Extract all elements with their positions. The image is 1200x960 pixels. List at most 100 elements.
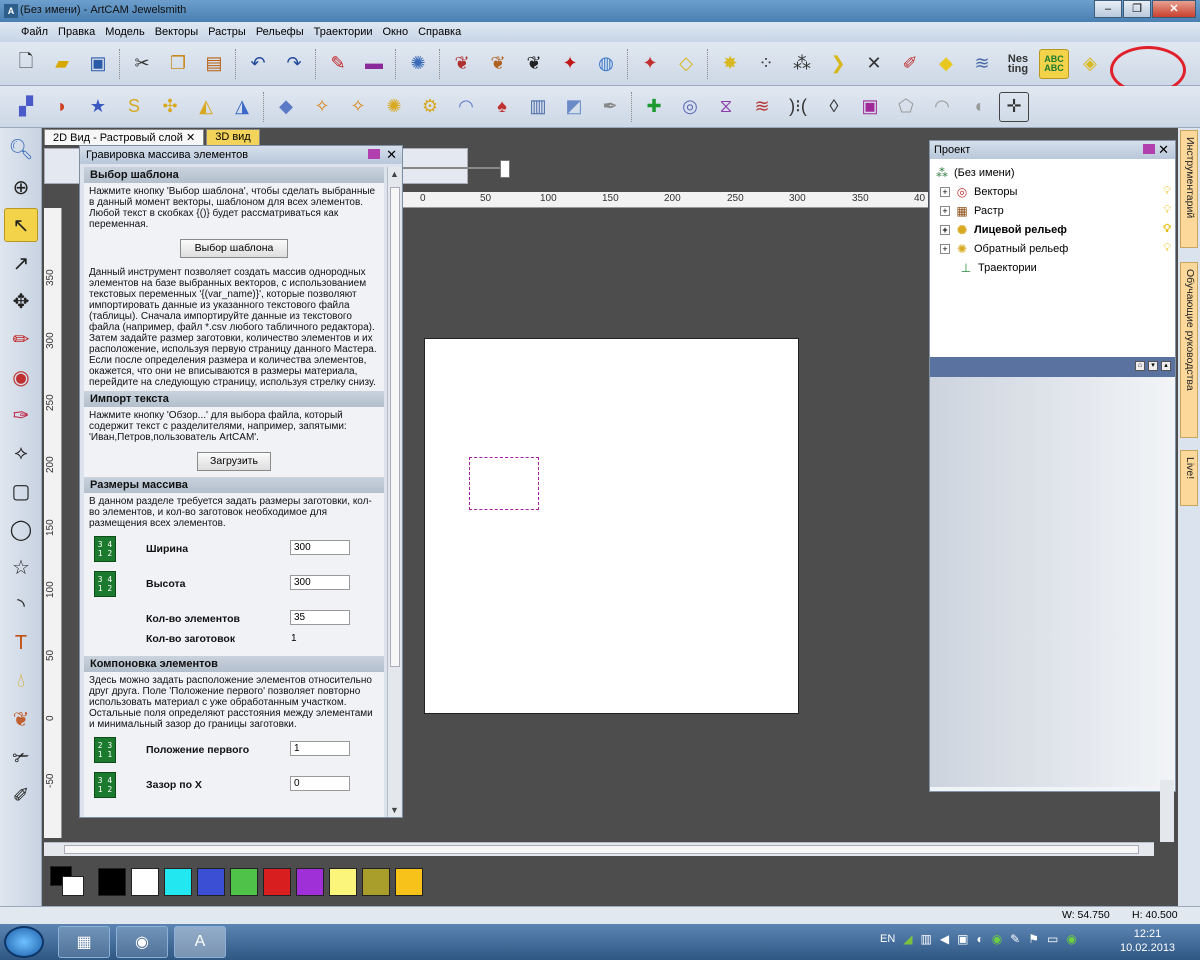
ring-wizard-icon[interactable]: ◎	[675, 92, 705, 122]
leaf-icon[interactable]: ◗	[47, 92, 77, 122]
expand-icon[interactable]: +	[940, 243, 950, 254]
bitmap-to-vector-icon[interactable]: ▞	[11, 92, 41, 122]
brush-icon[interactable]: ✐	[4, 778, 38, 812]
expand-panel-icon[interactable]: ▴	[1161, 361, 1171, 371]
color-swatch-purple[interactable]	[296, 868, 324, 896]
width-input[interactable]	[290, 540, 350, 555]
new-file-icon[interactable]: 🗋	[11, 49, 41, 79]
plane-icon[interactable]: ◭	[191, 92, 221, 122]
shape-editor-icon[interactable]: ♠	[487, 92, 517, 122]
chamfer-icon[interactable]: ◖	[963, 92, 993, 122]
vector-tool-icon[interactable]: ✦	[635, 49, 665, 79]
cut-icon[interactable]: ✂	[127, 49, 157, 79]
close-window-button[interactable]: ✕	[1152, 0, 1196, 18]
zoom-icon[interactable]: 🔍︎	[4, 132, 38, 166]
shank-icon[interactable]: ⧖	[711, 92, 741, 122]
frame-icon[interactable]: ▣	[855, 92, 885, 122]
menu-window[interactable]: Окно	[378, 26, 414, 38]
expand-icon[interactable]: +	[940, 186, 950, 197]
notes-icon[interactable]: ✎	[323, 49, 353, 79]
diamond-icon[interactable]: ◆	[271, 92, 301, 122]
device-icon[interactable]: ▣	[957, 932, 968, 946]
home-icon[interactable]: ⌂	[1135, 361, 1145, 371]
color-relief-icon[interactable]: ✦	[555, 49, 585, 79]
expand-icon[interactable]: +	[940, 205, 950, 216]
pen-icon[interactable]: ✐	[895, 49, 925, 79]
tree-item-vectors[interactable]: + ◎ Векторы 💡︎	[934, 182, 1171, 201]
maximize-button[interactable]: ❐	[1123, 0, 1151, 18]
color-swatch-white[interactable]	[131, 868, 159, 896]
bw-relief-icon[interactable]: ❦	[519, 49, 549, 79]
two-rail-icon[interactable]: ◠	[451, 92, 481, 122]
scroll-down-icon[interactable]: ▼	[390, 805, 399, 815]
menu-toolpaths[interactable]: Траектории	[309, 26, 378, 38]
pin-icon[interactable]	[368, 149, 380, 159]
zoom-slider-knob[interactable]	[500, 160, 510, 178]
clock[interactable]: 12:21 10.02.2013	[1120, 927, 1175, 955]
count-input[interactable]	[290, 610, 350, 625]
minimize-button[interactable]: –	[1094, 0, 1122, 18]
weave-icon[interactable]: ⚙	[415, 92, 445, 122]
select-template-button[interactable]: Выбор шаблона	[180, 239, 288, 258]
selected-vector-box[interactable]	[469, 457, 539, 510]
volume-icon[interactable]: ◀︎	[940, 932, 949, 946]
tab-tools[interactable]: Инструментарий	[1180, 130, 1198, 248]
arc-icon[interactable]: ❯	[823, 49, 853, 79]
main-vertical-scrollbar[interactable]	[1160, 780, 1174, 842]
color-swatch-green[interactable]	[230, 868, 258, 896]
star-icon[interactable]: ✸	[715, 49, 745, 79]
trim-icon[interactable]: ✕	[859, 49, 889, 79]
tree-item-front-relief[interactable]: + ✺ Лицевой рельеф 💡︎	[934, 220, 1171, 239]
network-icon[interactable]: ▥	[921, 932, 932, 946]
shell-icon[interactable]: ❦	[4, 702, 38, 736]
flag-icon[interactable]: ⚑	[1028, 932, 1039, 946]
firefox-taskbar-icon[interactable]: ◉	[116, 926, 168, 958]
calculator-taskbar-icon[interactable]: ▦	[58, 926, 110, 958]
text-icon[interactable]: T	[4, 626, 38, 660]
tab-live[interactable]: Live!	[1180, 450, 1198, 506]
open-folder-icon[interactable]: ▰	[47, 49, 77, 79]
menu-edit[interactable]: Правка	[53, 26, 100, 38]
project-close-icon[interactable]: ✕	[1158, 142, 1169, 158]
load-button[interactable]: Загрузить	[197, 452, 271, 471]
tab-tutorials[interactable]: Обучающие руководства	[1180, 262, 1198, 438]
color-swatch-cyan[interactable]	[164, 868, 192, 896]
book-icon[interactable]: ▬	[359, 49, 389, 79]
ring-icon[interactable]: ◇	[671, 49, 701, 79]
scroll-up-icon[interactable]: ▲	[390, 169, 399, 179]
start-button[interactable]	[4, 926, 44, 958]
main-horizontal-scrollbar[interactable]	[44, 842, 1154, 856]
globe-icon[interactable]: ⊕	[4, 170, 38, 204]
texture-icon[interactable]: ≋	[747, 92, 777, 122]
menu-reliefs[interactable]: Рельефы	[251, 26, 309, 38]
extrude-icon[interactable]: ◮	[227, 92, 257, 122]
turn-icon[interactable]: ✺	[379, 92, 409, 122]
sculpt-icon[interactable]: ✒	[595, 92, 625, 122]
dots-array-icon[interactable]: ⁘	[751, 49, 781, 79]
rectangle-icon[interactable]: ▢	[4, 474, 38, 508]
nvidia-icon[interactable]: ◢	[903, 932, 912, 946]
sphere-icon[interactable]: ◍	[591, 49, 621, 79]
knife-icon[interactable]: ✃	[4, 740, 38, 774]
menu-help[interactable]: Справка	[413, 26, 466, 38]
first-position-input[interactable]	[290, 741, 350, 756]
antivirus-icon[interactable]: ◉	[992, 932, 1002, 946]
s-curve-icon[interactable]: S	[119, 92, 149, 122]
visibility-bulb-icon[interactable]: 💡︎	[1163, 223, 1171, 236]
transform-icon[interactable]: ✥	[4, 284, 38, 318]
polyline-icon[interactable]: ⟡	[4, 436, 38, 470]
monitor-icon[interactable]: ▭	[1047, 932, 1058, 946]
twist-icon[interactable]: ✧	[343, 92, 373, 122]
language-indicator[interactable]: EN	[880, 933, 895, 945]
dropper-icon[interactable]: ✑	[4, 398, 38, 432]
menu-model[interactable]: Модель	[100, 26, 149, 38]
nodes-icon[interactable]: ⁂	[787, 49, 817, 79]
pen-tray-icon[interactable]: ✎	[1010, 932, 1020, 946]
color-swatch-olive[interactable]	[362, 868, 390, 896]
tab-2d-view[interactable]: 2D Вид - Растровый слой ✕	[44, 129, 205, 145]
spin-icon[interactable]: ✧	[307, 92, 337, 122]
menu-vectors[interactable]: Векторы	[150, 26, 203, 38]
height-input[interactable]	[290, 575, 350, 590]
visibility-bulb-icon[interactable]: 💡︎	[1163, 204, 1171, 217]
star-outline-icon[interactable]: ☆	[4, 550, 38, 584]
